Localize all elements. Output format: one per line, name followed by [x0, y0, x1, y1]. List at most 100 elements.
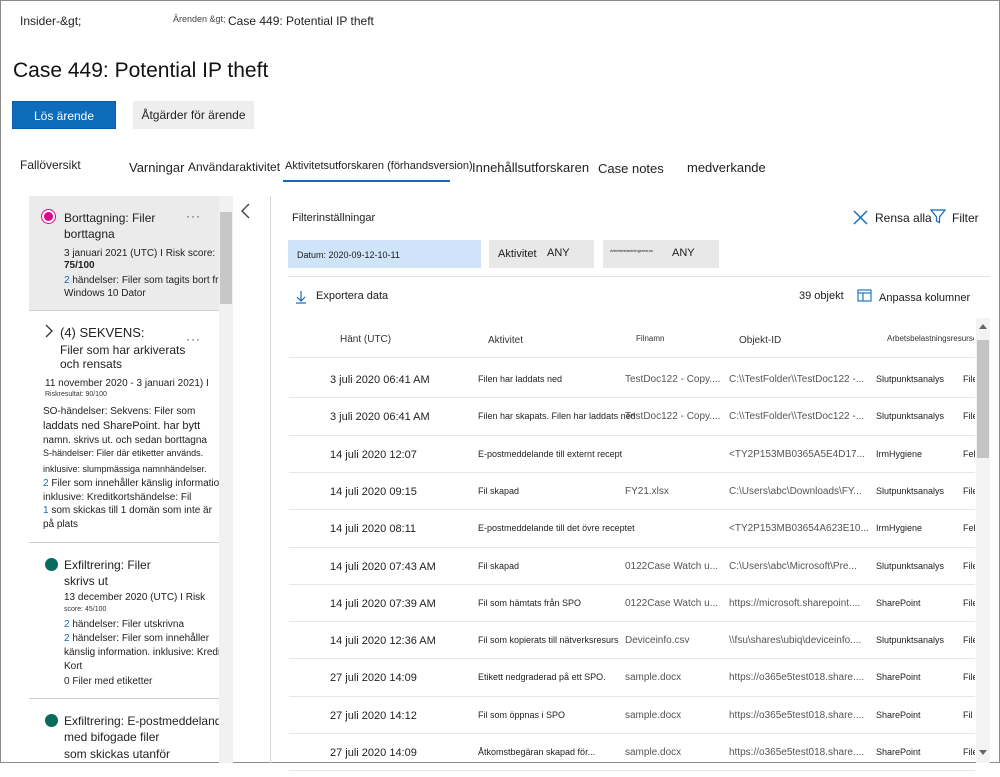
cell-filename: 0122Case Watch u... — [625, 560, 719, 572]
cell-filename: FY21.xlsx — [625, 485, 669, 497]
sequence-detail: Kort — [64, 661, 83, 672]
cell-filename: sample.docx — [625, 672, 682, 684]
cell-extra: File — [963, 747, 975, 757]
cell-time: 27 juli 2020 14:09 — [330, 747, 417, 759]
divider — [29, 542, 219, 543]
cell-object-id: <TY2P153MB0365A5E4D17... — [729, 448, 865, 460]
cell-activity: Fil som hämtats från SPO — [478, 597, 582, 608]
sequence-detail: inklusive: Kreditkortshändelse: Fil — [43, 492, 192, 503]
cell-extra: File — [963, 560, 975, 571]
cell-workload: IrmHygiene — [876, 523, 923, 534]
filter-button[interactable]: Filter — [952, 211, 979, 225]
date-filter-chip[interactable]: Datum: 2020-09-12-10-11 — [288, 240, 481, 268]
customize-columns-button[interactable]: Anpassa kolumner — [879, 292, 970, 304]
scroll-up-icon[interactable] — [979, 324, 987, 329]
sequence-title-line3: som skickas utanför — [64, 747, 171, 761]
cell-extra: File — [963, 635, 975, 646]
sequence-detail: laddats ned SharePoint. har bytt — [43, 420, 201, 432]
sequence-title: Borttagning: Filer — [64, 211, 156, 225]
column-header-time[interactable]: Hänt (UTC) — [340, 334, 391, 345]
risk-dot-icon — [45, 558, 58, 571]
tab-contributors[interactable]: medverkande — [687, 160, 766, 175]
cell-time: 14 juli 2020 07:43 AM — [330, 560, 436, 573]
column-header-workload[interactable]: Arbetsbelastningsresurser — [887, 334, 974, 343]
cell-object-id: \\fsu\shares\ubiq\deviceinfo.... — [729, 635, 862, 647]
filter-icon[interactable] — [930, 209, 946, 224]
header-divider — [289, 357, 975, 358]
cell-object-id: https://o365e5test018.share.... — [729, 709, 865, 721]
table-scrollbar-thumb[interactable] — [977, 340, 989, 458]
cell-workload: Slutpunktsanalys — [876, 485, 945, 496]
cell-workload: Slutpunktsanalys — [876, 411, 945, 422]
customize-columns-icon[interactable] — [857, 289, 873, 303]
row-divider — [289, 770, 975, 772]
cell-time: 3 juli 2020 06:41 AM — [330, 374, 430, 386]
sequence-title: Exfiltrering: Filer — [64, 558, 151, 572]
sequence-title: Exfiltrering: E-postmeddelanden — [64, 714, 233, 728]
more-options-icon[interactable]: ··· — [186, 332, 201, 346]
item-count: 39 objekt — [799, 290, 844, 302]
sequence-detail: på plats — [43, 519, 79, 530]
cell-extra: Fel — [963, 448, 975, 459]
download-icon[interactable] — [295, 290, 307, 304]
tab-case-notes[interactable]: Case notes — [598, 161, 664, 176]
cell-object-id: <TY2P153MB03654A623E10... — [729, 523, 869, 535]
cell-object-id: C:\Users\abc\Downloads\FY... — [729, 485, 862, 497]
cell-object-id: C:\\TestFolder\\TestDoc122 -... — [729, 411, 865, 423]
tab-case-overview[interactable]: Fallöversikt — [20, 158, 81, 172]
clear-all-button[interactable]: Rensa alla — [875, 211, 932, 225]
row-divider — [289, 509, 975, 511]
sequence-detail: 2 händelser: Filer utskrivna — [64, 619, 185, 630]
export-data-button[interactable]: Exportera data — [316, 290, 388, 302]
column-header-activity[interactable]: Aktivitet — [488, 335, 523, 346]
cell-workload: SharePoint — [876, 597, 921, 608]
resolve-case-button[interactable]: Lös ärende — [12, 101, 116, 129]
cell-extra: Fil — [963, 709, 973, 720]
workload-filter-value: ANY — [672, 247, 695, 259]
filter-settings-label: Filterinställningar — [292, 212, 376, 224]
column-header-object-id[interactable]: Objekt-ID — [739, 335, 781, 346]
cell-workload: SharePoint — [876, 747, 921, 757]
sequence-title-line2: borttagna — [64, 227, 115, 241]
more-options-icon[interactable]: ··· — [186, 209, 201, 223]
cell-activity: Fil som kopierats till nätverksresurs — [478, 635, 619, 646]
sequence-detail: inklusive: slumpmässiga namnhändelser. — [43, 464, 207, 474]
cell-filename: 0122Case Watch u... — [625, 597, 719, 609]
breadcrumb-cases[interactable]: Ärenden &gt; — [173, 14, 226, 24]
cell-filename: sample.docx — [625, 747, 682, 758]
sequence-detail: namn. skrivs ut. och sedan borttagna — [43, 435, 207, 446]
sequence-detail: 2 händelser: Filer som innehåller — [64, 633, 210, 644]
left-scrollbar-thumb[interactable] — [220, 212, 232, 304]
cell-extra: File — [963, 597, 975, 608]
workload-filter-chip[interactable]: Arbetsbelastningsresurs ANY — [603, 240, 719, 268]
cell-object-id: C:\\TestFolder\\TestDoc122 -... — [729, 374, 865, 385]
workload-filter-label: Arbetsbelastningsresurs — [610, 248, 653, 253]
cell-extra: Fel — [963, 523, 975, 534]
sequence-detail: SO-händelser: Sekvens: Filer som — [43, 406, 196, 417]
cell-activity: Filen har laddats ned — [478, 374, 563, 384]
collapse-panel-icon[interactable] — [240, 203, 252, 219]
row-divider — [289, 621, 975, 623]
cell-filename: TestDoc122 - Copy.... — [625, 374, 721, 385]
sequence-title: (4) SEKVENS: — [60, 325, 145, 340]
expand-chevron-icon[interactable] — [44, 324, 54, 338]
tab-content-explorer[interactable]: Innehållsutforskaren — [472, 160, 589, 175]
tab-alerts[interactable]: Varningar — [129, 160, 184, 175]
row-divider — [289, 471, 975, 473]
column-header-filename[interactable]: Filnamn — [636, 334, 664, 343]
cell-time: 14 juli 2020 12:07 — [330, 448, 417, 461]
panel-divider — [270, 196, 271, 763]
cell-workload: Slutpunktsanalys — [876, 635, 945, 646]
activity-filter-chip[interactable]: Aktivitet ANY — [489, 240, 594, 268]
cell-time: 14 juli 2020 07:39 AM — [330, 597, 436, 610]
case-actions-button[interactable]: Åtgärder för ärende — [133, 101, 254, 129]
sequence-score: score: 45/100 — [64, 606, 107, 613]
clear-icon[interactable] — [853, 210, 868, 225]
tab-activity-explorer[interactable]: Aktivitetsutforskaren (förhandsversion) — [285, 160, 473, 172]
row-divider — [289, 583, 975, 585]
breadcrumb-root[interactable]: Insider-&gt; — [20, 14, 81, 28]
cell-extra: File — [963, 374, 975, 384]
cell-workload: Slutpunktsanalys — [876, 560, 945, 571]
tab-user-activity[interactable]: Användaraktivitet — [188, 160, 280, 174]
scroll-down-icon[interactable] — [979, 750, 987, 755]
